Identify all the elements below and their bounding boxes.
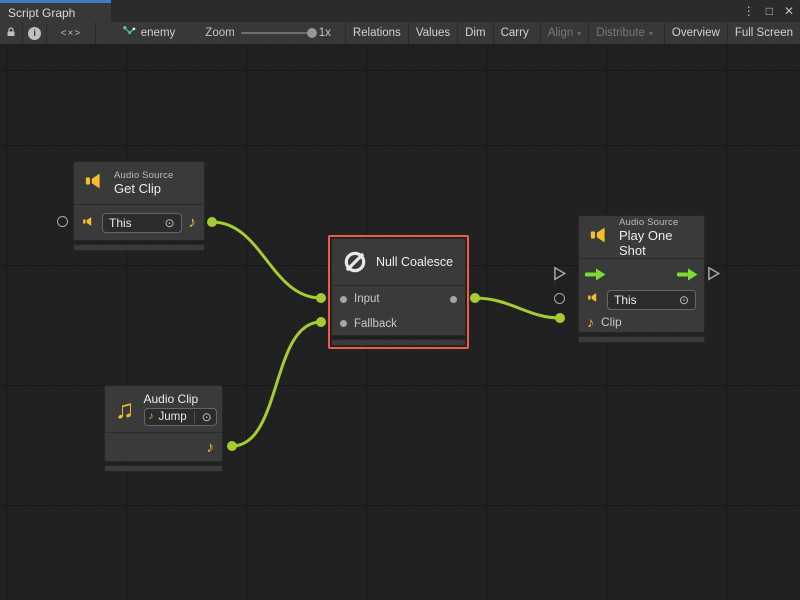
audio-source-icon [587, 291, 600, 309]
input-port-label: Input [354, 293, 380, 305]
playoneshot-flow-in-port[interactable] [552, 266, 567, 286]
zoom-slider[interactable] [241, 32, 313, 34]
chevron-down-icon: ▾ [577, 29, 581, 38]
result-port[interactable] [450, 296, 457, 303]
overview-button[interactable]: Overview [664, 22, 727, 44]
tab-script-graph[interactable]: Script Graph [0, 0, 111, 22]
carry-button[interactable]: Carry [493, 22, 536, 44]
align-button[interactable]: Align▾ [540, 22, 589, 44]
node-title: Audio Clip [144, 392, 217, 406]
audioclip-output-icon: ♪ [207, 440, 215, 455]
inspect-button[interactable]: i [23, 22, 47, 44]
playoneshot-flow-out-port[interactable] [706, 266, 721, 286]
node-title: Play One Shot [619, 228, 694, 258]
tab-bar: Script Graph ⋮ □ ✕ [0, 0, 800, 22]
wire-audioclip-to-fallback[interactable] [232, 322, 321, 446]
preview-code-button[interactable]: <×> [47, 22, 96, 44]
maximize-icon[interactable]: □ [766, 5, 773, 17]
flow-in-arrow-icon[interactable] [585, 268, 606, 281]
graph-icon [122, 25, 136, 42]
lock-icon [5, 26, 17, 41]
audio-source-icon [84, 170, 106, 197]
code-icon: <×> [61, 28, 82, 39]
zoom-control: Zoom 1x [205, 22, 331, 44]
lock-button[interactable] [0, 22, 23, 44]
clip-input-icon: ♪ [587, 315, 594, 329]
note-icon: ♪ [149, 412, 154, 422]
target-picker-icon[interactable]: ⊙ [202, 411, 212, 423]
node-null-coalesce[interactable]: Null Coalesce Input Fallback [328, 235, 469, 349]
getclip-target-field[interactable]: This ⊙ [102, 213, 182, 233]
zoom-slider-handle[interactable] [307, 28, 317, 38]
audio-source-icon [589, 224, 611, 251]
zoom-value: 1x [319, 27, 331, 39]
window-controls: ⋮ □ ✕ [743, 0, 794, 22]
distribute-button[interactable]: Distribute▾ [588, 22, 660, 44]
node-title: Get Clip [114, 181, 173, 196]
audioclip-output-icon: ♪ [189, 215, 197, 230]
node-footer [578, 336, 705, 343]
zoom-label: Zoom [205, 27, 234, 39]
node-audio-clip[interactable]: ♫ Audio Clip ♪ Jump ⊙ ♪ [104, 385, 223, 472]
node-footer [73, 244, 205, 251]
graph-canvas[interactable]: Audio Source Get Clip This ⊙ ♪ [0, 45, 800, 600]
node-category: Audio Source [114, 170, 173, 181]
wire-getclip-to-input[interactable] [212, 222, 321, 298]
flow-out-arrow-icon[interactable] [677, 268, 698, 281]
target-picker-icon[interactable]: ⊙ [164, 217, 174, 229]
close-icon[interactable]: ✕ [784, 5, 794, 17]
info-icon: i [28, 27, 41, 40]
fallback-port[interactable] [340, 320, 347, 327]
audio-clip-icon: ♫ [115, 396, 135, 422]
graph-toolbar: i <×> enemy Zoom 1x Relations Values Dim… [0, 22, 800, 45]
null-coalesce-icon [342, 249, 368, 275]
tab-title: Script Graph [8, 6, 75, 20]
target-picker-icon[interactable]: ⊙ [679, 294, 689, 306]
node-get-clip[interactable]: Audio Source Get Clip This ⊙ ♪ [73, 161, 205, 251]
node-play-one-shot[interactable]: Audio Source Play One Shot This ⊙ [578, 215, 705, 343]
menu-icon[interactable]: ⋮ [743, 5, 755, 17]
graph-name: enemy [141, 27, 176, 39]
relations-button[interactable]: Relations [345, 22, 408, 44]
toolbar-buttons: Relations Values Dim Carry Align▾ Distri… [345, 22, 800, 44]
audio-source-icon [82, 215, 95, 230]
fallback-port-label: Fallback [354, 318, 397, 330]
clip-port-label: Clip [601, 315, 622, 329]
fullscreen-button[interactable]: Full Screen [727, 22, 800, 44]
audioclip-value-field[interactable]: ♪ Jump ⊙ [144, 408, 217, 426]
chevron-down-icon: ▾ [649, 29, 653, 38]
node-title: Null Coalesce [376, 255, 453, 269]
values-button[interactable]: Values [408, 22, 457, 44]
playoneshot-target-port[interactable] [554, 293, 565, 304]
wire-null-to-clip[interactable] [475, 298, 560, 318]
getclip-target-port[interactable] [57, 216, 68, 227]
node-category: Audio Source [619, 217, 694, 228]
node-footer [104, 465, 223, 472]
node-footer [331, 339, 466, 346]
input-port[interactable] [340, 296, 347, 303]
graph-reference[interactable]: enemy [122, 22, 176, 44]
playoneshot-target-field[interactable]: This ⊙ [607, 290, 696, 310]
dim-button[interactable]: Dim [457, 22, 492, 44]
